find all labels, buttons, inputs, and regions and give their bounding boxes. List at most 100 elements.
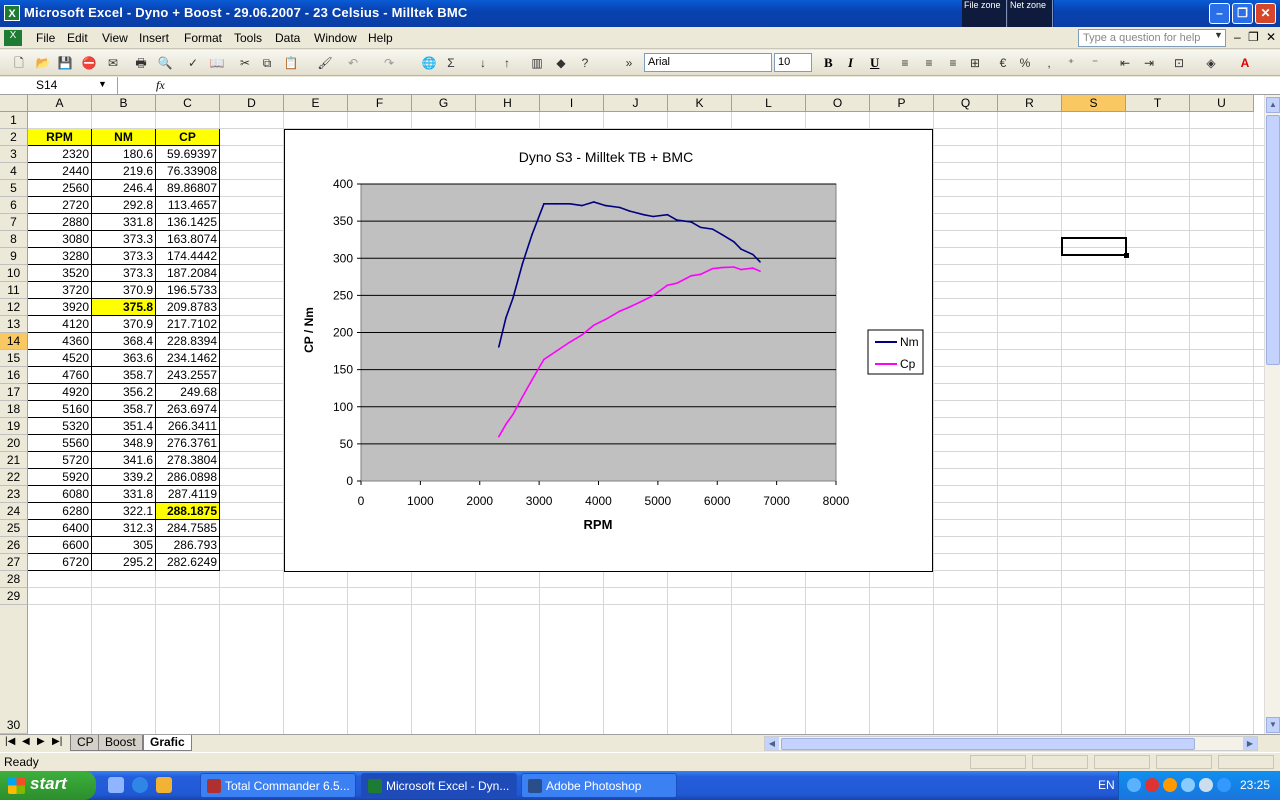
data-cell[interactable]: 209.8783 xyxy=(156,299,220,316)
task-photoshop[interactable]: Adobe Photoshop xyxy=(521,773,677,798)
print-icon[interactable]: 🖶 xyxy=(132,54,150,72)
row-header-28[interactable]: 28 xyxy=(0,571,28,588)
data-cell[interactable]: 375.8 xyxy=(92,299,156,316)
paste-icon[interactable]: 📋 xyxy=(282,54,300,72)
chevron-down-icon[interactable]: ▼ xyxy=(1214,30,1223,40)
task-total-commander[interactable]: Total Commander 6.5... xyxy=(200,773,356,798)
row-header-14[interactable]: 14 xyxy=(0,333,28,350)
row-header-15[interactable]: 15 xyxy=(0,350,28,367)
row-header-21[interactable]: 21 xyxy=(0,452,28,469)
show-desktop-icon[interactable] xyxy=(108,777,124,793)
data-cell[interactable]: 4520 xyxy=(28,350,92,367)
menu-window[interactable]: Window xyxy=(314,31,357,45)
data-cell[interactable]: 368.4 xyxy=(92,333,156,350)
data-cell[interactable]: 246.4 xyxy=(92,180,156,197)
data-cell[interactable]: 2440 xyxy=(28,163,92,180)
last-sheet-icon[interactable]: ▶| xyxy=(52,736,62,747)
font-name-select[interactable]: Arial xyxy=(644,53,772,72)
decrease-indent-icon[interactable]: ⇤ xyxy=(1116,54,1134,72)
column-header-u[interactable]: U xyxy=(1190,95,1254,112)
outlook-icon[interactable] xyxy=(156,777,172,793)
chevron-down-icon[interactable]: ▼ xyxy=(98,79,107,89)
data-cell[interactable]: 136.1425 xyxy=(156,214,220,231)
menu-file[interactable]: File xyxy=(36,31,55,45)
data-cell[interactable]: 351.4 xyxy=(92,418,156,435)
start-button[interactable]: start xyxy=(0,771,96,800)
print-preview-icon[interactable]: 🔍 xyxy=(156,54,174,72)
data-cell[interactable]: 2320 xyxy=(28,146,92,163)
column-header-r[interactable]: R xyxy=(998,95,1062,112)
column-header-g[interactable]: G xyxy=(412,95,476,112)
help-search-input[interactable]: Type a question for help xyxy=(1078,29,1226,47)
doc-icon[interactable]: X xyxy=(4,30,22,46)
scroll-right-icon[interactable]: ▶ xyxy=(1243,737,1257,750)
comma-button[interactable]: , xyxy=(1040,54,1058,72)
tab-boost[interactable]: Boost xyxy=(98,735,143,751)
row-header-10[interactable]: 10 xyxy=(0,265,28,282)
data-cell[interactable]: 6400 xyxy=(28,520,92,537)
fill-color-icon[interactable]: ◈ xyxy=(1202,54,1220,72)
menu-data[interactable]: Data xyxy=(275,31,300,45)
row-header-19[interactable]: 19 xyxy=(0,418,28,435)
research-icon[interactable]: 📖 xyxy=(208,54,226,72)
data-cell[interactable]: 228.8394 xyxy=(156,333,220,350)
data-cell[interactable]: 263.6974 xyxy=(156,401,220,418)
row-header-22[interactable]: 22 xyxy=(0,469,28,486)
vertical-scroll-thumb[interactable] xyxy=(1266,115,1280,365)
data-cell[interactable]: 373.3 xyxy=(92,231,156,248)
first-sheet-icon[interactable]: |◀ xyxy=(5,736,15,747)
increase-indent-icon[interactable]: ⇥ xyxy=(1140,54,1158,72)
tab-cp[interactable]: CP xyxy=(70,735,101,751)
data-cell[interactable]: 196.5733 xyxy=(156,282,220,299)
cut-icon[interactable]: ✂ xyxy=(236,54,254,72)
data-cell[interactable]: 180.6 xyxy=(92,146,156,163)
data-cell[interactable]: 219.6 xyxy=(92,163,156,180)
excel-icon[interactable]: X xyxy=(4,5,20,21)
vertical-scrollbar[interactable]: ▲ ▼ xyxy=(1264,95,1280,735)
column-header-f[interactable]: F xyxy=(348,95,412,112)
data-cell[interactable]: 2880 xyxy=(28,214,92,231)
horizontal-scrollbar[interactable]: ◀ ▶ xyxy=(764,736,1258,751)
tray-app-icon[interactable] xyxy=(1145,778,1159,792)
scroll-up-icon[interactable]: ▲ xyxy=(1266,97,1280,113)
data-cell[interactable]: 3280 xyxy=(28,248,92,265)
currency-icon[interactable]: € xyxy=(994,54,1012,72)
data-cell[interactable]: 363.6 xyxy=(92,350,156,367)
data-cell[interactable]: 59.69397 xyxy=(156,146,220,163)
tray-security-icon[interactable] xyxy=(1217,778,1231,792)
data-cell[interactable]: 5920 xyxy=(28,469,92,486)
next-sheet-icon[interactable]: ▶ xyxy=(37,736,45,747)
data-cell[interactable]: 4120 xyxy=(28,316,92,333)
selected-cell[interactable] xyxy=(1061,237,1129,258)
menu-tools[interactable]: Tools xyxy=(234,31,262,45)
task-excel[interactable]: Microsoft Excel - Dyn... xyxy=(361,773,517,798)
row-header-8[interactable]: 8 xyxy=(0,231,28,248)
menu-help[interactable]: Help xyxy=(368,31,393,45)
scroll-down-icon[interactable]: ▼ xyxy=(1266,717,1280,733)
data-cell[interactable]: 2720 xyxy=(28,197,92,214)
save-icon[interactable]: 💾 xyxy=(56,54,74,72)
underline-button[interactable]: U xyxy=(870,55,879,71)
data-cell[interactable]: 288.1875 xyxy=(156,503,220,520)
data-cell[interactable]: 292.8 xyxy=(92,197,156,214)
data-cell[interactable]: 282.6249 xyxy=(156,554,220,571)
data-cell[interactable]: 305 xyxy=(92,537,156,554)
data-cell[interactable]: 174.4442 xyxy=(156,248,220,265)
data-cell[interactable]: 286.793 xyxy=(156,537,220,554)
row-header-30[interactable]: 30 xyxy=(0,717,28,734)
column-header-e[interactable]: E xyxy=(284,95,348,112)
data-cell[interactable]: 2560 xyxy=(28,180,92,197)
header-cell-rpm[interactable]: RPM xyxy=(28,129,92,146)
internet-explorer-icon[interactable] xyxy=(132,777,148,793)
data-cell[interactable]: 187.2084 xyxy=(156,265,220,282)
row-header-3[interactable]: 3 xyxy=(0,146,28,163)
align-center-icon[interactable]: ≡ xyxy=(920,54,938,72)
row-header-2[interactable]: 2 xyxy=(0,129,28,146)
prev-sheet-icon[interactable]: ◀ xyxy=(22,736,30,747)
data-cell[interactable]: 339.2 xyxy=(92,469,156,486)
column-header-a[interactable]: A xyxy=(28,95,92,112)
data-cell[interactable]: 3520 xyxy=(28,265,92,282)
column-header-b[interactable]: B xyxy=(92,95,156,112)
data-cell[interactable]: 217.7102 xyxy=(156,316,220,333)
data-cell[interactable]: 322.1 xyxy=(92,503,156,520)
